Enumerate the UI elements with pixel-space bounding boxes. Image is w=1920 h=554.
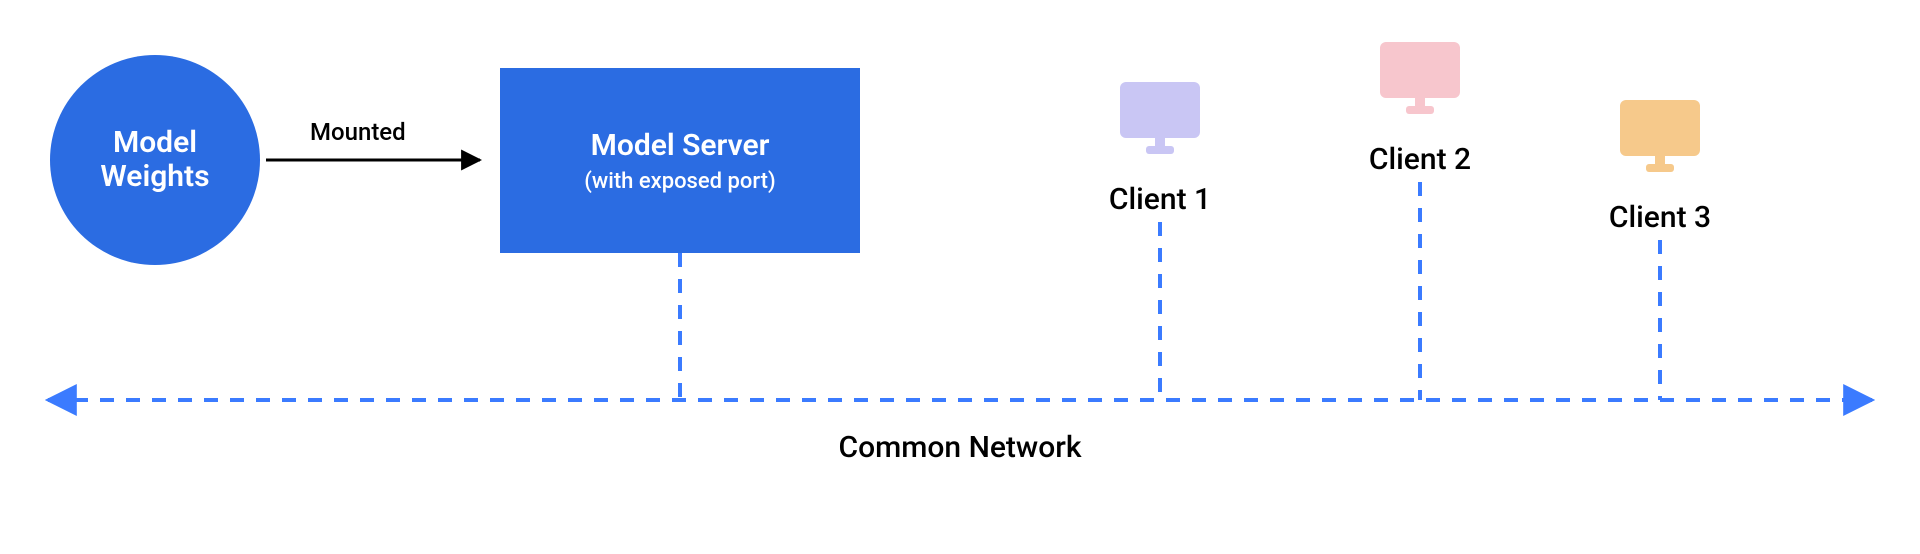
model-weights-node: Model Weights xyxy=(50,55,260,265)
monitor-icon xyxy=(1380,42,1460,98)
model-server-title: Model Server xyxy=(591,128,770,163)
model-server-node: Model Server (with exposed port) xyxy=(500,68,860,253)
model-weights-label-line2: Weights xyxy=(100,160,209,195)
common-network-label: Common Network xyxy=(0,430,1920,465)
client-label-1: Client 1 xyxy=(1080,182,1240,217)
mounted-arrow-label: Mounted xyxy=(310,118,406,146)
monitor-icon xyxy=(1620,100,1700,156)
client-label-3: Client 3 xyxy=(1580,200,1740,235)
model-weights-label-line1: Model xyxy=(100,126,209,161)
monitor-icon xyxy=(1120,82,1200,138)
client-label-2: Client 2 xyxy=(1340,142,1500,177)
model-server-subtitle: (with exposed port) xyxy=(584,169,775,194)
connections-layer xyxy=(0,0,1920,554)
